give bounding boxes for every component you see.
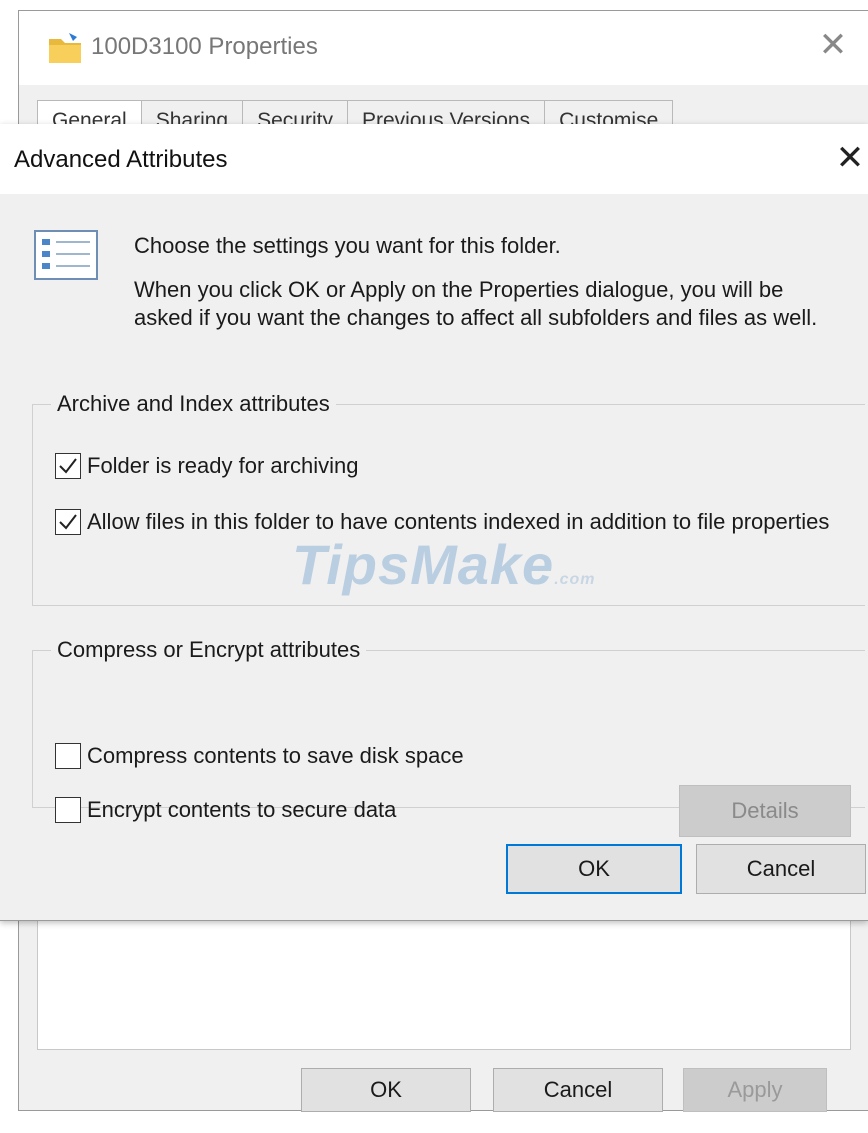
encrypt-row[interactable]: Encrypt contents to secure data (55, 795, 396, 825)
intro-text: Choose the settings you want for this fo… (134, 233, 561, 258)
compress-encrypt-group: Compress or Encrypt attributes Compress … (32, 635, 865, 837)
checkmark-icon (59, 458, 77, 474)
folder-ready-checkbox[interactable] (55, 453, 81, 479)
group-legend: Compress or Encrypt attributes (51, 635, 367, 665)
watermark-main: TipsMake (292, 533, 555, 596)
folder-ready-label: Folder is ready for archiving (87, 453, 359, 478)
advanced-attributes-dialog: Advanced Attributes ✕ Choose the setting… (0, 124, 868, 921)
compress-row[interactable]: Compress contents to save disk space (55, 741, 464, 771)
properties-panel (37, 910, 851, 1050)
folder-icon (49, 33, 81, 63)
intro-description: When you click OK or Apply on the Proper… (134, 277, 818, 330)
close-icon[interactable]: ✕ (813, 25, 853, 65)
settings-list-icon (34, 230, 98, 280)
compress-label: Compress contents to save disk space (87, 743, 464, 768)
encrypt-label: Encrypt contents to secure data (87, 797, 397, 822)
ok-button[interactable]: OK (506, 844, 682, 894)
close-icon[interactable]: ✕ (830, 138, 868, 178)
watermark: TipsMake.com (292, 532, 596, 597)
properties-titlebar: 100D3100 Properties ✕ (19, 10, 868, 85)
advanced-titlebar: Advanced Attributes ✕ (0, 124, 868, 194)
properties-ok-button[interactable]: OK (301, 1068, 471, 1112)
group-legend: Archive and Index attributes (51, 389, 336, 419)
properties-cancel-button[interactable]: Cancel (493, 1068, 663, 1112)
dialog-title: Advanced Attributes (14, 146, 228, 173)
allow-index-checkbox[interactable] (55, 509, 81, 535)
properties-apply-button[interactable]: Apply (683, 1068, 827, 1112)
compress-checkbox[interactable] (55, 743, 81, 769)
cancel-button[interactable]: Cancel (696, 844, 866, 894)
properties-title: 100D3100 Properties (91, 33, 318, 60)
folder-ready-row[interactable]: Folder is ready for archiving (55, 451, 358, 481)
details-button[interactable]: Details (679, 785, 851, 837)
checkmark-icon (59, 514, 77, 530)
watermark-tail: .com (554, 571, 596, 588)
encrypt-checkbox[interactable] (55, 797, 81, 823)
